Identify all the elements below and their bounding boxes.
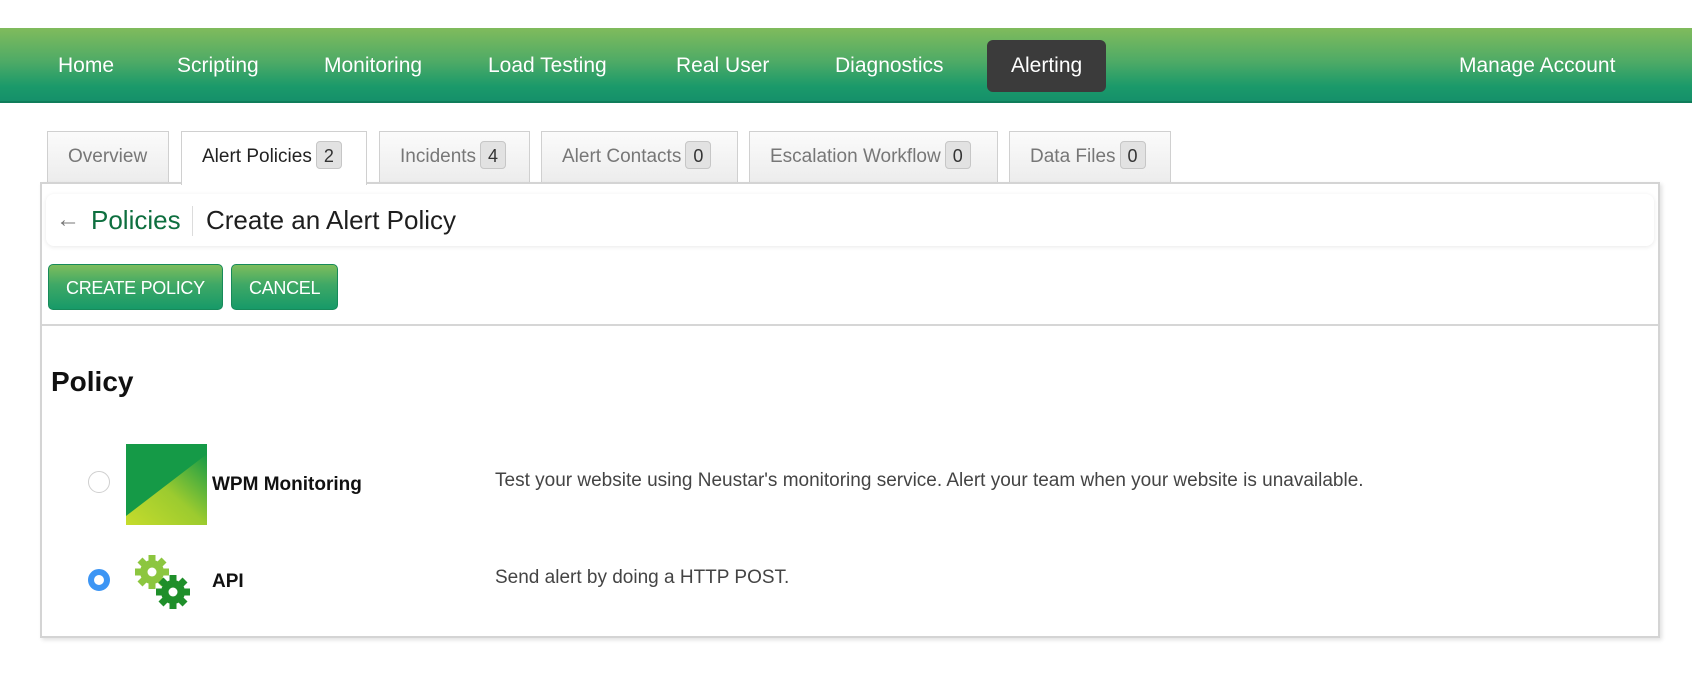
count-badge: 0 — [944, 140, 971, 169]
count-badge: 2 — [315, 140, 342, 169]
nav-home[interactable]: Home — [34, 40, 138, 92]
nav-alerting[interactable]: Alerting — [987, 40, 1107, 92]
section-title: Policy — [51, 366, 134, 397]
tab-data-files[interactable]: Data Files 0 — [1009, 131, 1171, 183]
tab-incidents[interactable]: Incidents 4 — [379, 131, 530, 183]
breadcrumb-policies-link[interactable]: Policies — [91, 205, 181, 236]
tab-overview[interactable]: Overview — [47, 131, 169, 183]
nav-manage-account[interactable]: Manage Account — [1435, 40, 1639, 92]
gears-icon — [134, 554, 194, 612]
nav-load-testing[interactable]: Load Testing — [464, 40, 631, 92]
tab-alert-policies[interactable]: Alert Policies 2 — [181, 131, 367, 185]
tab-label: Escalation Workflow — [770, 146, 941, 167]
tab-label: Alert Contacts — [562, 146, 682, 167]
radio-api[interactable] — [88, 569, 110, 591]
nav-monitoring[interactable]: Monitoring — [300, 40, 446, 92]
count-badge: 0 — [685, 140, 712, 169]
option-name: WPM Monitoring — [212, 474, 362, 495]
breadcrumb-separator — [192, 206, 193, 236]
page-title: Create an Alert Policy — [206, 205, 457, 235]
count-badge: 0 — [1119, 140, 1146, 169]
top-navigation: Home Scripting Monitoring Load Testing R… — [0, 28, 1692, 103]
nav-real-user[interactable]: Real User — [652, 40, 793, 92]
divider — [42, 324, 1658, 326]
cancel-button[interactable]: CANCEL — [231, 264, 339, 310]
content-panel: ← Policies Create an Alert Policy CREATE… — [40, 182, 1660, 638]
nav-diagnostics[interactable]: Diagnostics — [811, 40, 968, 92]
wpm-logo-icon — [126, 444, 207, 525]
option-description: Test your website using Neustar's monito… — [495, 470, 1364, 491]
option-description: Send alert by doing a HTTP POST. — [495, 567, 790, 588]
nav-scripting[interactable]: Scripting — [153, 40, 283, 92]
page-header: ← Policies Create an Alert Policy — [46, 194, 1654, 246]
create-policy-button[interactable]: CREATE POLICY — [48, 264, 223, 310]
tab-alert-contacts[interactable]: Alert Contacts 0 — [541, 131, 738, 183]
tab-label: Overview — [68, 146, 148, 167]
back-arrow-icon[interactable]: ← — [56, 206, 80, 234]
tab-label: Alert Policies — [202, 146, 312, 167]
tab-label: Incidents — [400, 146, 477, 167]
option-name: API — [212, 571, 244, 592]
count-badge: 4 — [480, 140, 507, 169]
tab-escalation-workflow[interactable]: Escalation Workflow 0 — [749, 131, 998, 183]
radio-wpm-monitoring[interactable] — [88, 471, 110, 493]
tab-label: Data Files — [1030, 146, 1116, 167]
